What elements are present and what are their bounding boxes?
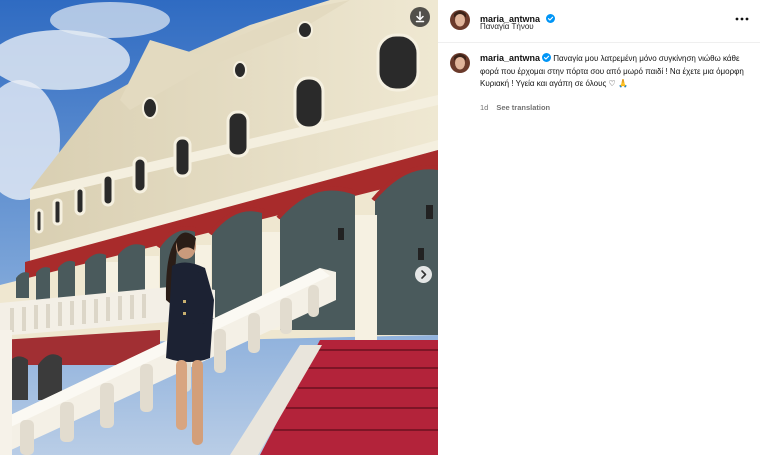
- download-button[interactable]: [410, 7, 430, 27]
- avatar-image: [450, 10, 470, 30]
- comment-avatar[interactable]: [450, 53, 470, 73]
- church-staircase-photo: [0, 0, 438, 455]
- more-options-button[interactable]: [734, 9, 750, 29]
- avatar-image: [450, 53, 470, 73]
- caption-meta: 1d See translation: [480, 103, 550, 112]
- caption: maria_antwna Παναγία μου λατρεμένη μόνο …: [480, 52, 750, 91]
- post-details-panel: maria_antwna Παναγία Τήνου maria_antwna …: [438, 0, 760, 455]
- download-icon: [415, 11, 425, 23]
- post-photo[interactable]: [0, 0, 438, 455]
- avatar[interactable]: [450, 10, 470, 30]
- post-time[interactable]: 1d: [480, 103, 488, 112]
- location-link[interactable]: Παναγία Τήνου: [480, 22, 534, 31]
- see-translation-link[interactable]: See translation: [496, 103, 550, 112]
- caption-username[interactable]: maria_antwna: [480, 53, 540, 63]
- post-header: maria_antwna Παναγία Τήνου: [438, 0, 760, 43]
- verified-badge-icon: [546, 14, 556, 23]
- chevron-right-icon: [421, 270, 427, 279]
- more-options-icon: [735, 17, 749, 21]
- verified-badge-icon: [542, 53, 552, 62]
- next-image-button[interactable]: [415, 266, 432, 283]
